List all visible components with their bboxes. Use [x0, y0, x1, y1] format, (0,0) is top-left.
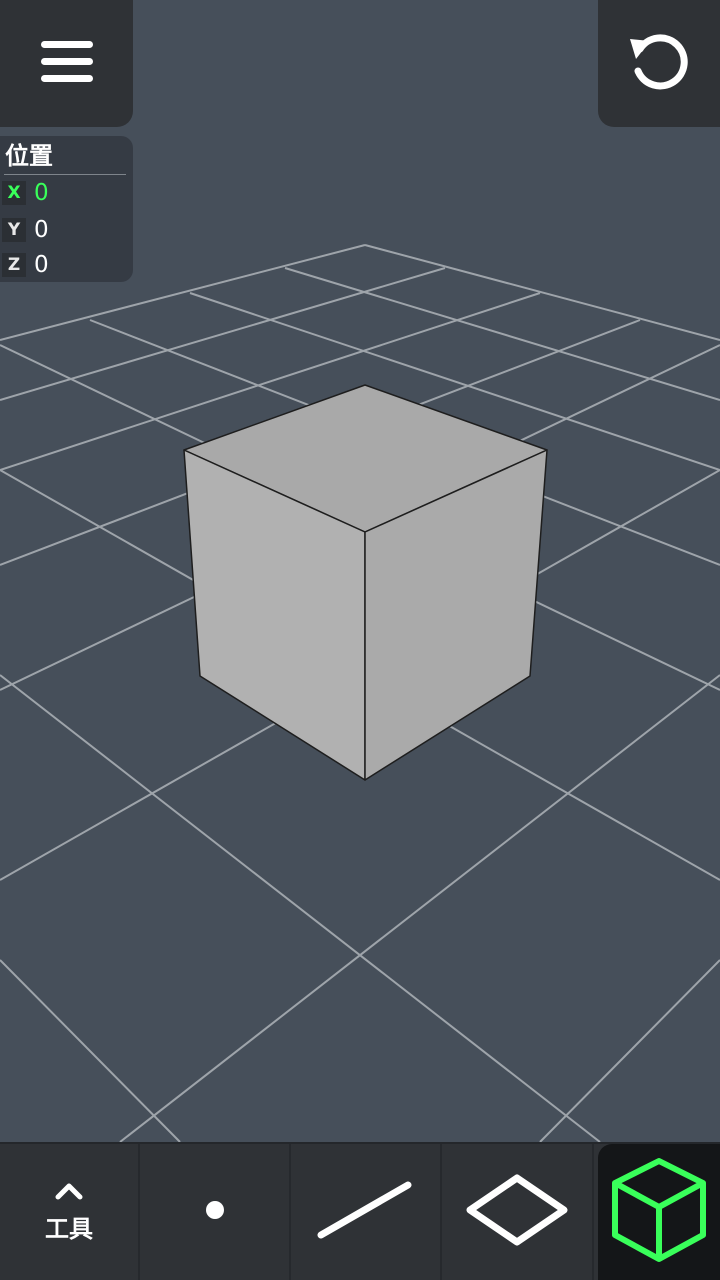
- tool-plane-button[interactable]: [442, 1144, 592, 1280]
- axis-y-value[interactable]: 0: [34, 215, 49, 245]
- position-panel: 位置 X 0 Y 0 Z 0: [0, 136, 133, 282]
- tool-cube-button[interactable]: [598, 1144, 720, 1280]
- bottom-toolbar: 工具: [0, 1142, 720, 1280]
- axis-z-row[interactable]: Z 0: [0, 250, 133, 280]
- position-title: 位置: [5, 142, 53, 170]
- hamburger-menu-icon: [40, 38, 94, 90]
- menu-button[interactable]: [0, 0, 133, 127]
- axis-z-label: Z: [2, 253, 26, 277]
- tool-line-button[interactable]: [291, 1144, 440, 1280]
- plane-icon: [462, 1172, 572, 1252]
- line-icon: [316, 1177, 416, 1247]
- divider: [592, 1144, 594, 1280]
- undo-button[interactable]: [598, 0, 720, 127]
- point-icon: [203, 1198, 227, 1226]
- tool-point-button[interactable]: [140, 1144, 289, 1280]
- axis-x-value[interactable]: 0: [34, 178, 49, 208]
- tools-toggle-label: 工具: [45, 1214, 93, 1243]
- axis-x-label: X: [2, 181, 26, 205]
- chevron-up-icon: [54, 1181, 84, 1205]
- divider: [4, 174, 126, 175]
- cube-model[interactable]: [183, 384, 548, 781]
- axis-y-row[interactable]: Y 0: [0, 215, 133, 245]
- cube-icon: [609, 1155, 709, 1269]
- axis-x-row[interactable]: X 0: [0, 178, 133, 208]
- axis-y-label: Y: [2, 218, 26, 242]
- axis-z-value[interactable]: 0: [34, 250, 49, 280]
- undo-icon: [626, 29, 692, 99]
- tools-toggle-button[interactable]: 工具: [0, 1144, 138, 1280]
